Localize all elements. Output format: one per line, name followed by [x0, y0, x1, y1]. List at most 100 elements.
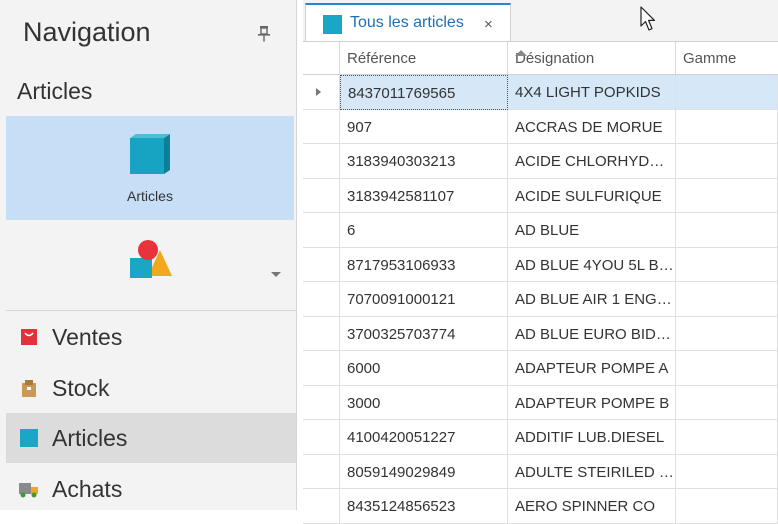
nav-divider — [6, 310, 296, 311]
tile-articles[interactable]: Articles — [6, 116, 294, 220]
table-row[interactable]: 4100420051227 ADDITIF LUB.DIESEL — [303, 420, 778, 455]
cell-reference[interactable]: 907 — [340, 109, 508, 144]
sort-ascending-icon — [515, 50, 527, 56]
cell-gamme[interactable] — [676, 144, 778, 179]
row-indicator-icon — [316, 88, 321, 96]
nav-item-label: Achats — [52, 475, 123, 502]
cell-designation[interactable]: AD BLUE — [508, 213, 676, 248]
cell-gamme[interactable] — [676, 247, 778, 282]
mouse-cursor-icon — [640, 6, 656, 37]
row-indicator-cell — [303, 489, 340, 524]
table-row[interactable]: 3000 ADAPTEUR POMPE B — [303, 385, 778, 420]
cell-gamme[interactable] — [676, 420, 778, 455]
cell-gamme[interactable] — [676, 489, 778, 524]
nav-item-articles[interactable]: Articles — [6, 413, 296, 463]
table-row[interactable]: 8717953106933 AD BLUE 4YOU 5L BIDON — [303, 247, 778, 282]
row-indicator-cell — [303, 316, 340, 351]
row-indicator-cell — [303, 75, 340, 110]
column-header-label: Gamme — [683, 50, 737, 67]
row-indicator-cell — [303, 178, 340, 213]
table-row[interactable]: 3183940303213 ACIDE CHLORHYDRIQUE — [303, 144, 778, 179]
shapes-icon — [126, 236, 176, 287]
table-row[interactable]: 8059149029849 ADULTE STEIRILED CAT — [303, 454, 778, 489]
tab-label: Tous les articles — [350, 14, 464, 31]
row-indicator-cell — [303, 454, 340, 489]
cell-reference[interactable]: 3183942581107 — [340, 178, 508, 213]
row-indicator-cell — [303, 109, 340, 144]
column-header-reference[interactable]: Référence — [340, 42, 508, 75]
nav-item-achats[interactable]: Achats — [6, 464, 296, 514]
pin-icon[interactable] — [256, 24, 272, 44]
articles-grid: Référence Désignation Gamme 843701176956… — [303, 42, 778, 524]
cell-reference[interactable]: 6 — [340, 213, 508, 248]
cube-icon — [323, 15, 342, 34]
column-header-gamme[interactable]: Gamme — [676, 42, 778, 75]
tile-label: Articles — [127, 188, 173, 204]
table-row[interactable]: 7070091000121 AD BLUE AIR 1 ENGRAIS — [303, 282, 778, 317]
column-header-label: Référence — [347, 50, 417, 67]
cell-designation[interactable]: ACIDE CHLORHYDRIQUE — [508, 144, 676, 179]
cell-reference[interactable]: 3000 — [340, 385, 508, 420]
cell-gamme[interactable] — [676, 109, 778, 144]
nav-item-ventes[interactable]: Ventes — [6, 312, 296, 362]
table-row[interactable]: 8435124856523 AERO SPINNER CO — [303, 489, 778, 524]
cube-icon — [18, 427, 40, 449]
cell-gamme[interactable] — [676, 213, 778, 248]
cell-gamme[interactable] — [676, 316, 778, 351]
cell-gamme[interactable] — [676, 282, 778, 317]
cell-designation[interactable]: ADAPTEUR POMPE B — [508, 385, 676, 420]
row-indicator-cell — [303, 420, 340, 455]
cell-gamme[interactable] — [676, 75, 778, 110]
cell-gamme[interactable] — [676, 454, 778, 489]
row-indicator-cell — [303, 385, 340, 420]
nav-item-stock[interactable]: Stock — [6, 363, 296, 413]
navigation-pane: Navigation Articles Articles Ventes Stoc… — [0, 0, 297, 510]
cell-reference[interactable]: 4100420051227 — [340, 420, 508, 455]
row-indicator-header — [303, 42, 340, 75]
table-row[interactable]: 3700325703774 AD BLUE EURO BIDON — [303, 316, 778, 351]
table-row[interactable]: 6 AD BLUE — [303, 213, 778, 248]
nav-item-label: Stock — [52, 374, 110, 401]
table-row[interactable]: 907 ACCRAS DE MORUE — [303, 109, 778, 144]
cell-designation[interactable]: ACIDE SULFURIQUE — [508, 178, 676, 213]
tab-strip: Tous les articles × — [303, 0, 778, 42]
column-header-designation[interactable]: Désignation — [508, 42, 676, 75]
navigation-title: Navigation — [23, 17, 151, 47]
cell-reference[interactable]: 8437011769565 — [340, 75, 508, 110]
cell-reference[interactable]: 3700325703774 — [340, 316, 508, 351]
tab-tous-les-articles[interactable]: Tous les articles × — [305, 3, 511, 41]
cell-designation[interactable]: AD BLUE AIR 1 ENGRAIS — [508, 282, 676, 317]
tile-second[interactable] — [6, 222, 294, 298]
cell-designation[interactable]: AERO SPINNER CO — [508, 489, 676, 524]
cell-reference[interactable]: 7070091000121 — [340, 282, 508, 317]
row-indicator-cell — [303, 213, 340, 248]
cube-icon — [128, 132, 172, 183]
close-icon[interactable]: × — [484, 16, 493, 33]
row-indicator-cell — [303, 144, 340, 179]
cell-gamme[interactable] — [676, 351, 778, 386]
cell-designation[interactable]: ADAPTEUR POMPE A — [508, 351, 676, 386]
cell-designation[interactable]: ADDITIF LUB.DIESEL — [508, 420, 676, 455]
row-indicator-cell — [303, 247, 340, 282]
cell-designation[interactable]: ADULTE STEIRILED CAT — [508, 454, 676, 489]
cell-reference[interactable]: 8435124856523 — [340, 489, 508, 524]
cell-designation[interactable]: AD BLUE 4YOU 5L BIDON — [508, 247, 676, 282]
cell-designation[interactable]: ACCRAS DE MORUE — [508, 109, 676, 144]
cell-designation[interactable]: AD BLUE EURO BIDON — [508, 316, 676, 351]
cell-reference[interactable]: 6000 — [340, 351, 508, 386]
cell-reference[interactable]: 8059149029849 — [340, 454, 508, 489]
group-title: Articles — [17, 78, 93, 104]
cell-reference[interactable]: 3183940303213 — [340, 144, 508, 179]
tile-scroll-down-icon[interactable] — [271, 272, 281, 277]
truck-icon — [18, 478, 40, 500]
cell-reference[interactable]: 8717953106933 — [340, 247, 508, 282]
box-icon — [18, 377, 40, 399]
table-row[interactable]: 6000 ADAPTEUR POMPE A — [303, 351, 778, 386]
shopping-bag-icon — [18, 326, 40, 348]
cell-designation[interactable]: 4X4 LIGHT POPKIDS — [508, 75, 676, 110]
table-row[interactable]: 8437011769565 4X4 LIGHT POPKIDS — [303, 75, 778, 110]
table-row[interactable]: 3183942581107 ACIDE SULFURIQUE — [303, 178, 778, 213]
cell-gamme[interactable] — [676, 178, 778, 213]
cell-gamme[interactable] — [676, 385, 778, 420]
nav-item-label: Ventes — [52, 323, 123, 350]
